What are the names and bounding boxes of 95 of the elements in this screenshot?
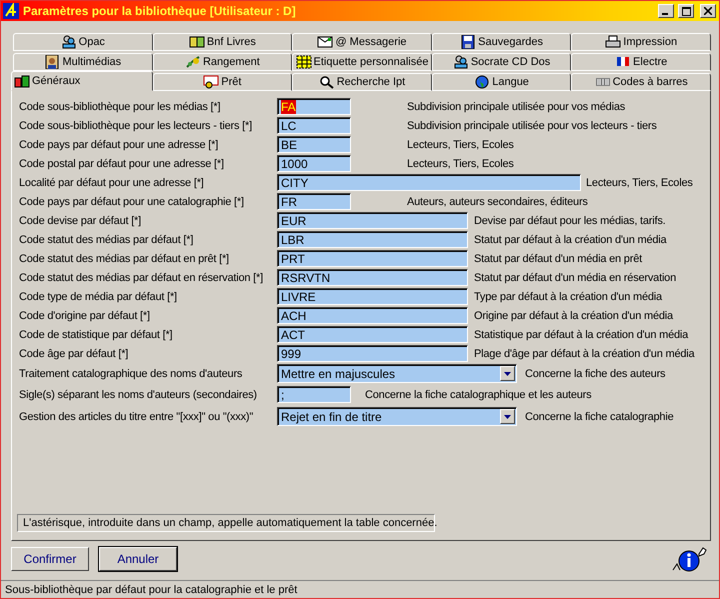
- input-field[interactable]: LBR: [277, 231, 468, 248]
- dialog-button[interactable]: Annuler: [99, 547, 177, 571]
- input-field[interactable]: LC: [277, 117, 351, 134]
- field-label: Localité par défaut pour une adresse [*]: [19, 176, 205, 188]
- field-label: Gestion des articles du titre entre "[xxx]" ou "(xxx)": [19, 410, 254, 422]
- field-description: Devise par défaut pour les médias, tarifs.: [474, 214, 666, 226]
- field-label: Code postal par défaut pour une adresse [*]: [19, 158, 225, 170]
- field-description: Subdivision principale utilisée pour vos lecteurs - tiers: [407, 120, 657, 132]
- search-icon: [318, 75, 335, 89]
- field-label: Code statut des médias par défaut en réservation [*]: [19, 272, 264, 284]
- field-label: Code d'origine par défaut [*]: [19, 310, 151, 322]
- tab[interactable]: Codes à barres: [571, 73, 711, 91]
- tab[interactable]: Sauvegardes: [432, 33, 572, 51]
- printer-icon: [605, 35, 622, 49]
- field-label: Sigle(s) séparant les noms d'auteurs (secondaires): [19, 388, 258, 400]
- status-bar: Sous-bibliothèque par défaut pour la catalographie et le prêt: [1, 580, 719, 598]
- tab[interactable]: Multimédias: [13, 53, 153, 71]
- dialog-button[interactable]: Confirmer: [11, 547, 89, 571]
- input-field[interactable]: PRT: [277, 250, 468, 267]
- tab[interactable]: Rangement: [152, 53, 292, 71]
- tab[interactable]: Prêt: [152, 73, 292, 91]
- field-description: Statut par défaut d'un média en prêt: [474, 252, 642, 264]
- plant-icon: [184, 55, 201, 69]
- tab[interactable]: Recherche Ipt: [292, 73, 432, 91]
- input-field[interactable]: FR: [277, 193, 351, 210]
- portrait-icon: [44, 55, 60, 69]
- field-description: Subdivision principale utilisée pour vos médias: [407, 100, 626, 112]
- close-button[interactable]: [700, 4, 716, 18]
- tab[interactable]: Langue: [432, 73, 572, 91]
- field-label: Traitement catalographique des noms d'auteurs: [19, 368, 244, 380]
- minimize-button[interactable]: [658, 4, 674, 18]
- flag-icon: [615, 55, 632, 69]
- field-description: Concerne la fiche catalographie: [525, 410, 674, 422]
- field-label: Code devise par défaut [*]: [19, 214, 142, 226]
- tab[interactable]: Socrate CD Dos: [432, 53, 572, 71]
- field-label: Code âge par défaut [*]: [19, 348, 130, 360]
- hint-text: L'astérisque, introduite dans un champ, appelle automatiquement la table concernée.: [17, 514, 435, 532]
- input-field[interactable]: CITY: [277, 174, 581, 191]
- envelope-icon: [317, 35, 334, 49]
- tab[interactable]: Opac: [13, 33, 153, 51]
- book-icon: [188, 35, 205, 49]
- field-description: Lecteurs, Tiers, Ecoles: [407, 138, 514, 150]
- field-label: Code sous-bibliothèque pour les médias [*]: [19, 100, 222, 112]
- barcode-icon: [594, 75, 611, 89]
- field-label: Code type de média par défaut [*]: [19, 290, 178, 302]
- dropdown[interactable]: Mettre en majuscules: [277, 364, 517, 383]
- people-icon: [452, 55, 469, 69]
- input-field[interactable]: 999: [277, 345, 468, 362]
- field-description: Statistique par défaut à la création d'un média: [474, 328, 688, 340]
- globe-icon: [474, 75, 490, 89]
- field-description: Concerne la fiche catalographique et les auteurs: [365, 388, 592, 400]
- field-description: Type par défaut à la création d'un média: [474, 290, 662, 302]
- input-field[interactable]: RSRVTN: [277, 269, 468, 286]
- gifts-icon: [14, 74, 30, 88]
- tab[interactable]: Bnf Livres: [152, 33, 292, 51]
- field-label: Code de statistique par défaut [*]: [19, 328, 174, 340]
- input-field[interactable]: ;: [277, 386, 351, 403]
- grid-icon: [296, 55, 312, 69]
- field-description: Plage d'âge par défaut à la création d'un média: [474, 348, 694, 360]
- field-description: Lecteurs, Tiers, Ecoles: [407, 158, 514, 170]
- tab[interactable]: Electre: [571, 53, 711, 71]
- field-description: Lecteurs, Tiers, Ecoles: [586, 176, 693, 188]
- tab[interactable]: Impression: [571, 33, 711, 51]
- field-description: Auteurs, auteurs secondaires, éditeurs: [407, 196, 588, 208]
- people-icon: [60, 35, 77, 49]
- field-label: Code statut des médias par défaut en prêt [*]: [19, 252, 230, 264]
- caret-icon: [504, 372, 511, 376]
- dropdown[interactable]: Rejet en fin de titre: [277, 407, 517, 426]
- field-description: Statut par défaut à la création d'un média: [474, 234, 666, 246]
- maximize-button[interactable]: [678, 4, 694, 18]
- field-label: Code pays par défaut pour une adresse [*]: [19, 138, 220, 150]
- tab[interactable]: @ Messagerie: [292, 33, 432, 51]
- input-field[interactable]: ACH: [277, 307, 468, 324]
- info-icon[interactable]: [671, 546, 709, 572]
- tab[interactable]: Généraux: [11, 71, 153, 91]
- maximize-icon: [682, 6, 690, 16]
- input-field[interactable]: BE: [277, 136, 351, 153]
- ticket-icon: [203, 75, 220, 89]
- field-label: Code statut des médias par défaut [*]: [19, 234, 194, 246]
- input-field[interactable]: ACT: [277, 326, 468, 343]
- app-icon: [3, 3, 19, 19]
- window-title: Paramètres pour la bibliothèque [Utilisateur : D]: [23, 4, 297, 18]
- floppy-icon: [460, 35, 476, 49]
- field-description: Origine par défaut à la création d'un média: [474, 310, 673, 322]
- close-icon: [704, 7, 712, 15]
- input-field[interactable]: LIVRE: [277, 288, 468, 305]
- tab[interactable]: Etiquette personnalisée: [292, 53, 432, 71]
- field-label: Code pays par défaut pour une catalographie [*]: [19, 196, 245, 208]
- caret-icon: [504, 414, 511, 418]
- field-description: Concerne la fiche des auteurs: [525, 368, 666, 380]
- input-field[interactable]: EUR: [277, 212, 468, 229]
- input-field[interactable]: FA: [277, 98, 351, 115]
- field-description: Statut par défaut d'un média en réservation: [474, 272, 676, 284]
- field-label: Code sous-bibliothèque pour les lecteurs - tiers [*]: [19, 120, 253, 132]
- input-field[interactable]: 1000: [277, 155, 351, 172]
